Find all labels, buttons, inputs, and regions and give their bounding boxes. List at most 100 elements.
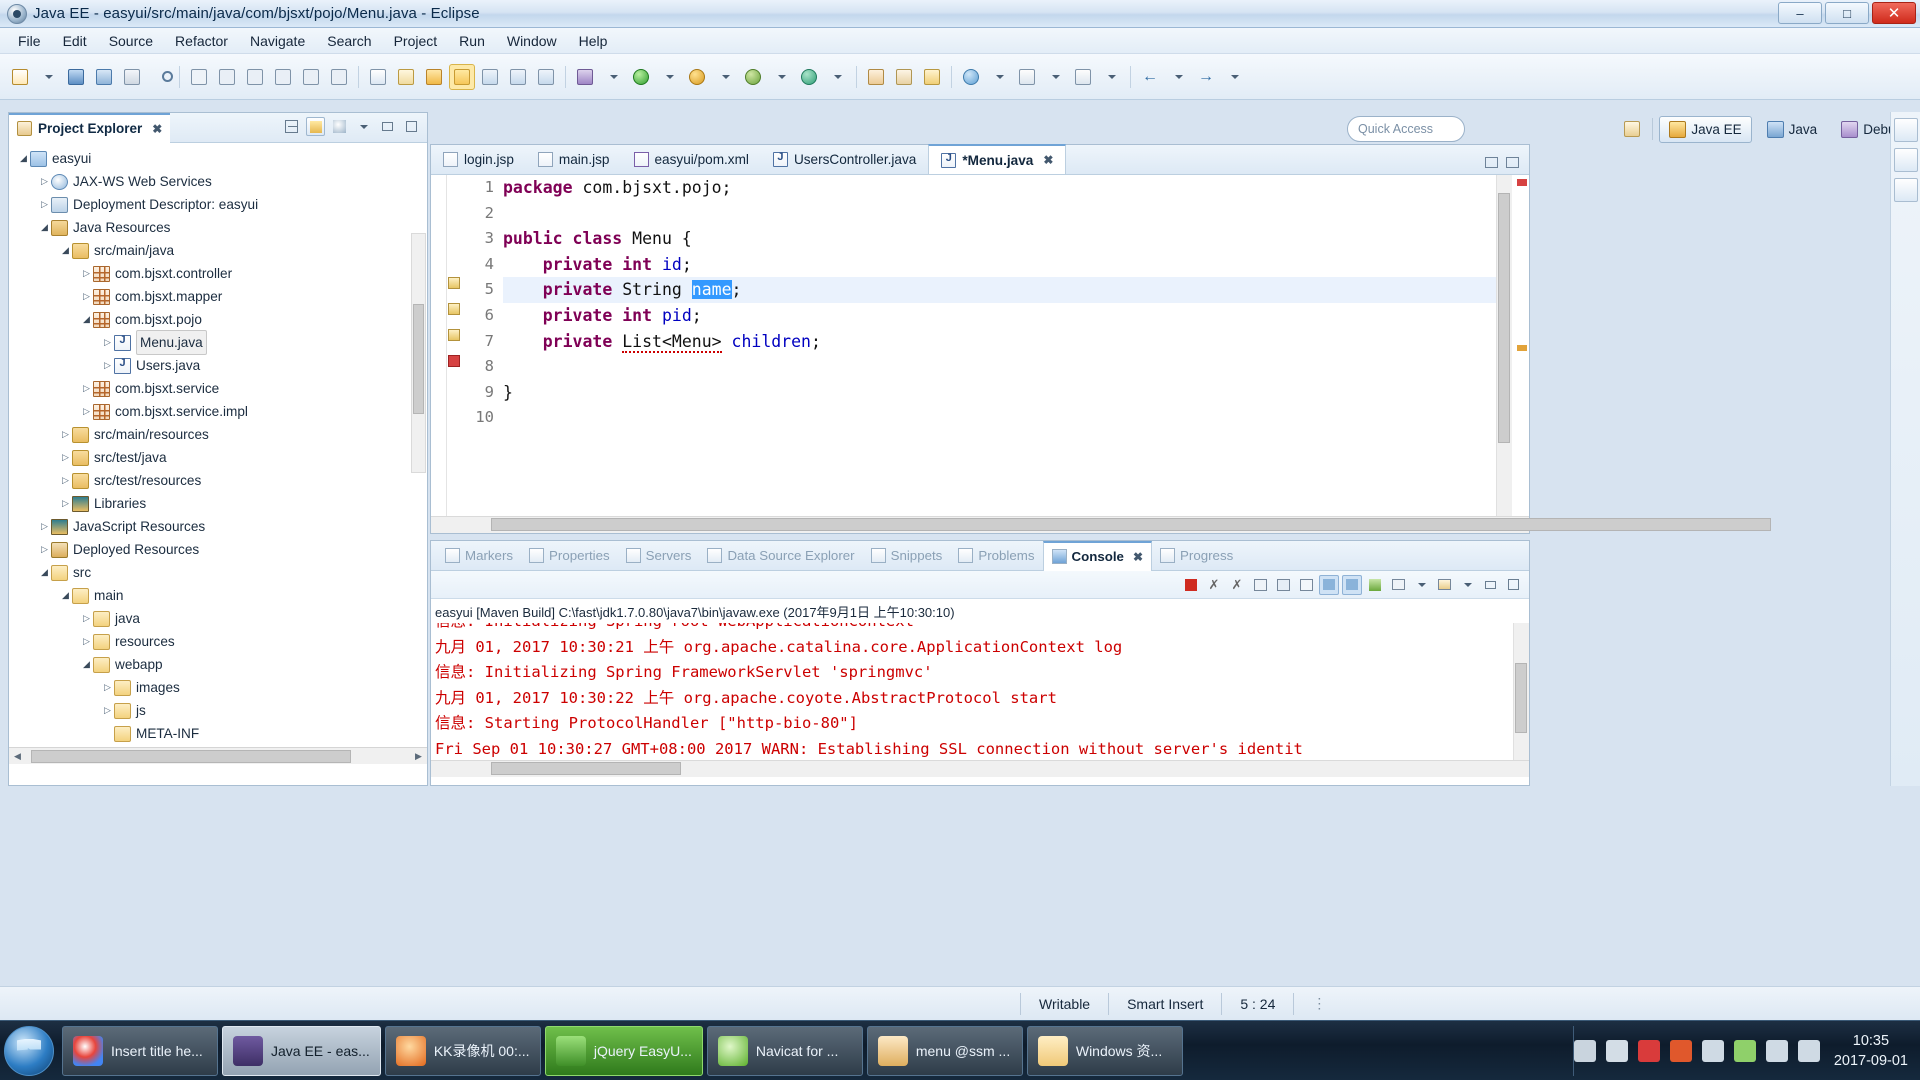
tree-item-src-test-resources[interactable]: ▷ src/test/resources	[9, 469, 427, 492]
scroll-right-arrow[interactable]: ▶	[410, 748, 427, 765]
tree-item-resources[interactable]: ▷ resources	[9, 630, 427, 653]
step-over-button[interactable]	[326, 64, 352, 90]
warning-marker[interactable]	[448, 277, 460, 289]
tree-item-com-bjsxt-controller[interactable]: ▷ com.bjsxt.controller	[9, 262, 427, 285]
expand-arrow-right-icon[interactable]: ▷	[59, 429, 72, 440]
menu-item-source[interactable]: Source	[99, 30, 163, 52]
run-dropdown[interactable]	[656, 64, 682, 90]
console-tab-servers[interactable]: Servers	[618, 541, 700, 571]
tree-item-javascript-resources[interactable]: ▷ JavaScript Resources	[9, 515, 427, 538]
console-tab-problems[interactable]: Problems	[950, 541, 1042, 571]
remove-launch-icon[interactable]: ✗	[1204, 575, 1224, 595]
link-with-editor-icon[interactable]	[306, 117, 325, 136]
maximize-icon[interactable]	[402, 117, 421, 136]
expand-arrow-down-icon[interactable]: ◢	[38, 222, 51, 233]
expand-arrow-right-icon[interactable]: ▷	[80, 268, 93, 279]
stop-button[interactable]	[242, 64, 268, 90]
new-java-class-button[interactable]	[891, 64, 917, 90]
scroll-thumb-h[interactable]	[491, 762, 681, 775]
editor-hscrollbar[interactable]	[431, 516, 1771, 533]
taskbar-item-chrome[interactable]: Insert title he...	[62, 1025, 218, 1076]
console-tab-markers[interactable]: Markers	[437, 541, 521, 571]
tree-item-images[interactable]: ▷ images	[9, 676, 427, 699]
print-icon[interactable]	[1250, 575, 1270, 595]
profile-dropdown[interactable]	[824, 64, 850, 90]
word-wrap-icon[interactable]	[1342, 574, 1362, 595]
run-last-tool-dropdown[interactable]	[712, 64, 738, 90]
menu-item-help[interactable]: Help	[569, 30, 618, 52]
scroll-thumb-h[interactable]	[31, 749, 351, 763]
expand-arrow-right-icon[interactable]: ▷	[101, 337, 114, 348]
previous-annotation-dropdown[interactable]	[1098, 64, 1124, 90]
search-icon[interactable]	[147, 64, 173, 90]
overview-ruler[interactable]	[1513, 175, 1529, 516]
run-server-dropdown[interactable]	[768, 64, 794, 90]
console-minimize-icon[interactable]	[1480, 575, 1500, 595]
display-console-icon[interactable]	[1388, 575, 1408, 595]
scroll-thumb[interactable]	[1498, 193, 1510, 443]
menu-item-window[interactable]: Window	[497, 30, 567, 52]
task-list-view-icon[interactable]	[1893, 178, 1918, 202]
collapse-all-icon[interactable]	[282, 117, 301, 136]
network-icon[interactable]	[1605, 1039, 1628, 1062]
scroll-left-arrow[interactable]: ◀	[9, 748, 26, 765]
remove-all-icon[interactable]: ✗	[1227, 575, 1247, 595]
tree-item-menu-java[interactable]: ▷ Menu.java	[9, 330, 427, 355]
new-button[interactable]	[7, 64, 33, 90]
open-type-button[interactable]	[393, 64, 419, 90]
tree-item-deployment-descriptor-easyui[interactable]: ▷ Deployment Descriptor: easyui	[9, 193, 427, 216]
warning-marker[interactable]	[448, 329, 460, 341]
editor-tab--menu-java[interactable]: *Menu.java ✖	[928, 144, 1067, 174]
keyboard-icon[interactable]	[1573, 1039, 1596, 1062]
tree-item-main[interactable]: ◢ main	[9, 584, 427, 607]
console-vscrollbar[interactable]	[1513, 623, 1529, 777]
expand-arrow-right-icon[interactable]: ▷	[80, 636, 93, 647]
code-line[interactable]: package com.bjsxt.pojo;	[503, 175, 1511, 201]
profile-button[interactable]	[796, 64, 822, 90]
external-tools-button[interactable]	[919, 64, 945, 90]
search-web-button[interactable]	[958, 64, 984, 90]
tree-item-src[interactable]: ◢ src	[9, 561, 427, 584]
display-console-dropdown[interactable]	[1411, 575, 1431, 595]
terminate-icon[interactable]	[1181, 575, 1201, 595]
menu-item-file[interactable]: File	[8, 30, 51, 52]
code-line[interactable]: private String name;	[503, 277, 1511, 303]
expand-arrow-right-icon[interactable]: ▷	[38, 199, 51, 210]
tree-item-deployed-resources[interactable]: ▷ Deployed Resources	[9, 538, 427, 561]
tree-item-jax-ws-web-services[interactable]: ▷ JAX-WS Web Services	[9, 170, 427, 193]
pin-console-icon[interactable]	[1365, 575, 1385, 595]
block-selection-button[interactable]	[533, 64, 559, 90]
volume-icon[interactable]	[1797, 1039, 1820, 1062]
tree-item-src-main-resources[interactable]: ▷ src/main/resources	[9, 423, 427, 446]
search-web-dropdown[interactable]	[986, 64, 1012, 90]
tree-item-src-main-java[interactable]: ◢ src/main/java	[9, 239, 427, 262]
next-annotation-button[interactable]	[1014, 64, 1040, 90]
expand-arrow-down-icon[interactable]: ◢	[80, 314, 93, 325]
show-whitespace-button[interactable]	[505, 64, 531, 90]
code-line[interactable]: private int pid;	[503, 303, 1511, 329]
editor-vscrollbar[interactable]	[1496, 175, 1512, 516]
expand-arrow-right-icon[interactable]: ▷	[38, 544, 51, 555]
scroll-thumb-h[interactable]	[491, 518, 1771, 531]
open-console-icon[interactable]	[1434, 575, 1454, 595]
close-icon[interactable]: ✖	[1043, 153, 1053, 167]
expand-arrow-right-icon[interactable]: ▷	[38, 176, 51, 187]
forward-dropdown[interactable]	[1221, 64, 1247, 90]
open-task-button[interactable]	[365, 64, 391, 90]
disconnect-button[interactable]	[270, 64, 296, 90]
code-line[interactable]	[503, 354, 1511, 380]
print-button[interactable]	[119, 64, 145, 90]
expand-arrow-down-icon[interactable]: ◢	[59, 245, 72, 256]
expand-arrow-right-icon[interactable]: ▷	[101, 705, 114, 716]
code-line[interactable]: private int id;	[503, 252, 1511, 278]
java-editor-button[interactable]	[449, 63, 475, 90]
open-perspective-icon[interactable]	[1619, 116, 1645, 142]
menu-item-search[interactable]: Search	[317, 30, 381, 52]
taskbar-clock[interactable]: 10:35 2017-09-01	[1828, 1031, 1920, 1071]
run-last-tool-button[interactable]	[684, 64, 710, 90]
save-all-button[interactable]	[91, 64, 117, 90]
open-console-dropdown[interactable]	[1457, 575, 1477, 595]
expand-arrow-down-icon[interactable]: ◢	[59, 590, 72, 601]
debug-dropdown[interactable]	[600, 64, 626, 90]
console-maximize-icon[interactable]	[1503, 575, 1523, 595]
